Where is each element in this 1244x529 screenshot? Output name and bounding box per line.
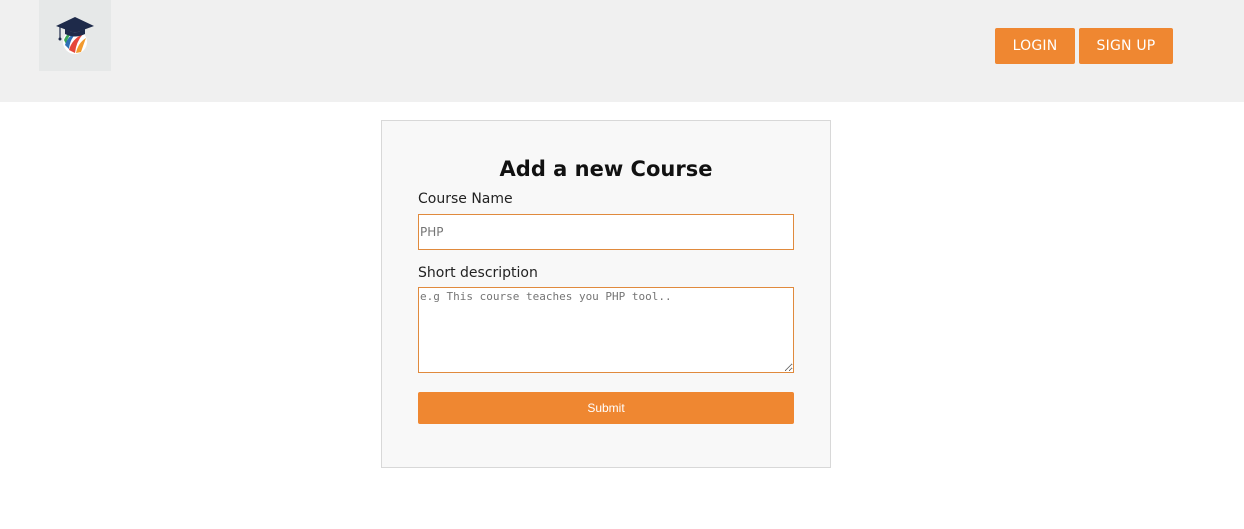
course-name-input[interactable]	[418, 214, 794, 250]
form-title: Add a new Course	[499, 157, 713, 181]
graduation-globe-logo-icon	[56, 16, 94, 54]
submit-button[interactable]: Submit	[418, 392, 794, 424]
short-description-label: Short description	[418, 265, 538, 281]
course-name-label: Course Name	[418, 191, 513, 207]
site-header: LOGIN SIGN UP	[0, 0, 1244, 102]
login-button[interactable]: LOGIN	[995, 28, 1075, 64]
add-course-form: Add a new Course Course Name Short descr…	[381, 120, 831, 468]
site-logo[interactable]	[39, 0, 111, 71]
short-description-textarea[interactable]	[418, 287, 794, 373]
signup-button[interactable]: SIGN UP	[1079, 28, 1173, 64]
